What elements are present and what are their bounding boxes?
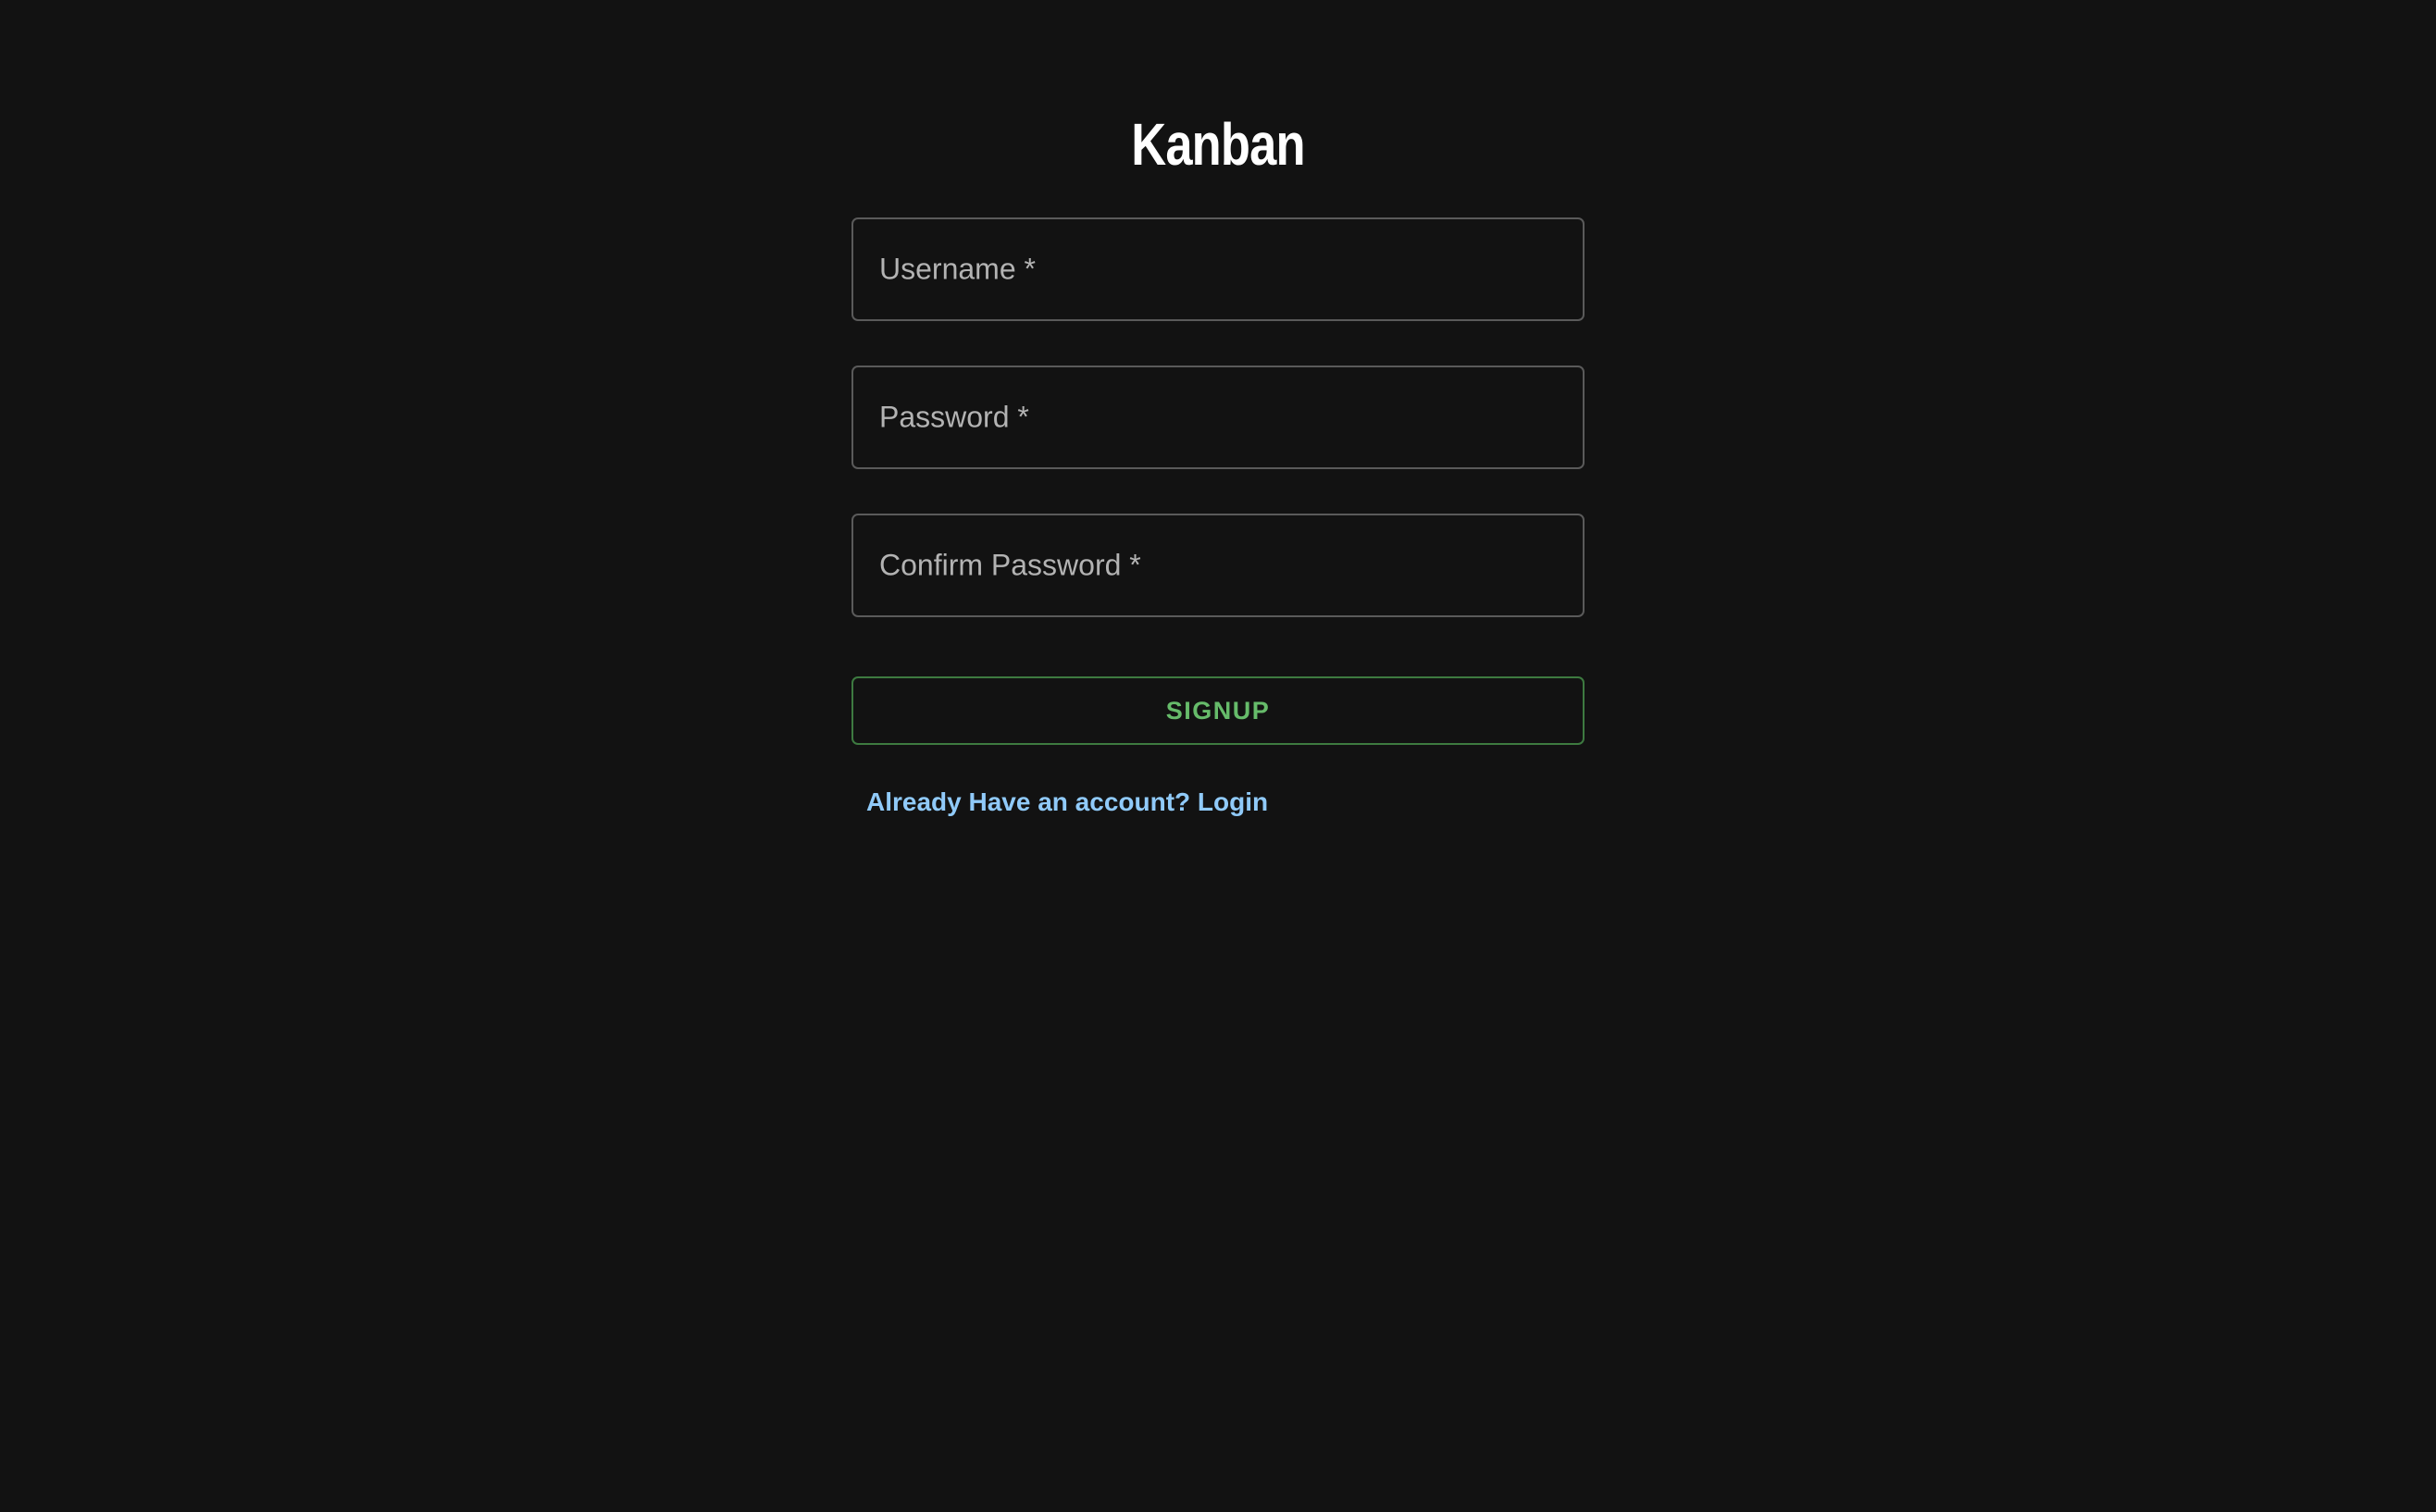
- signup-form: Kanban Username * Password * Confirm Pas…: [851, 109, 1585, 817]
- signup-button[interactable]: SIGNUP: [851, 676, 1585, 745]
- password-field[interactable]: Password *: [851, 366, 1585, 469]
- confirm-password-input[interactable]: [853, 515, 1583, 615]
- confirm-password-field[interactable]: Confirm Password *: [851, 514, 1585, 617]
- username-input[interactable]: [853, 219, 1583, 319]
- username-field[interactable]: Username *: [851, 217, 1585, 321]
- signup-page: Kanban Username * Password * Confirm Pas…: [0, 0, 2436, 1512]
- login-link[interactable]: Already Have an account? Login: [866, 787, 1268, 817]
- password-input[interactable]: [853, 367, 1583, 467]
- app-title: Kanban: [1131, 111, 1305, 178]
